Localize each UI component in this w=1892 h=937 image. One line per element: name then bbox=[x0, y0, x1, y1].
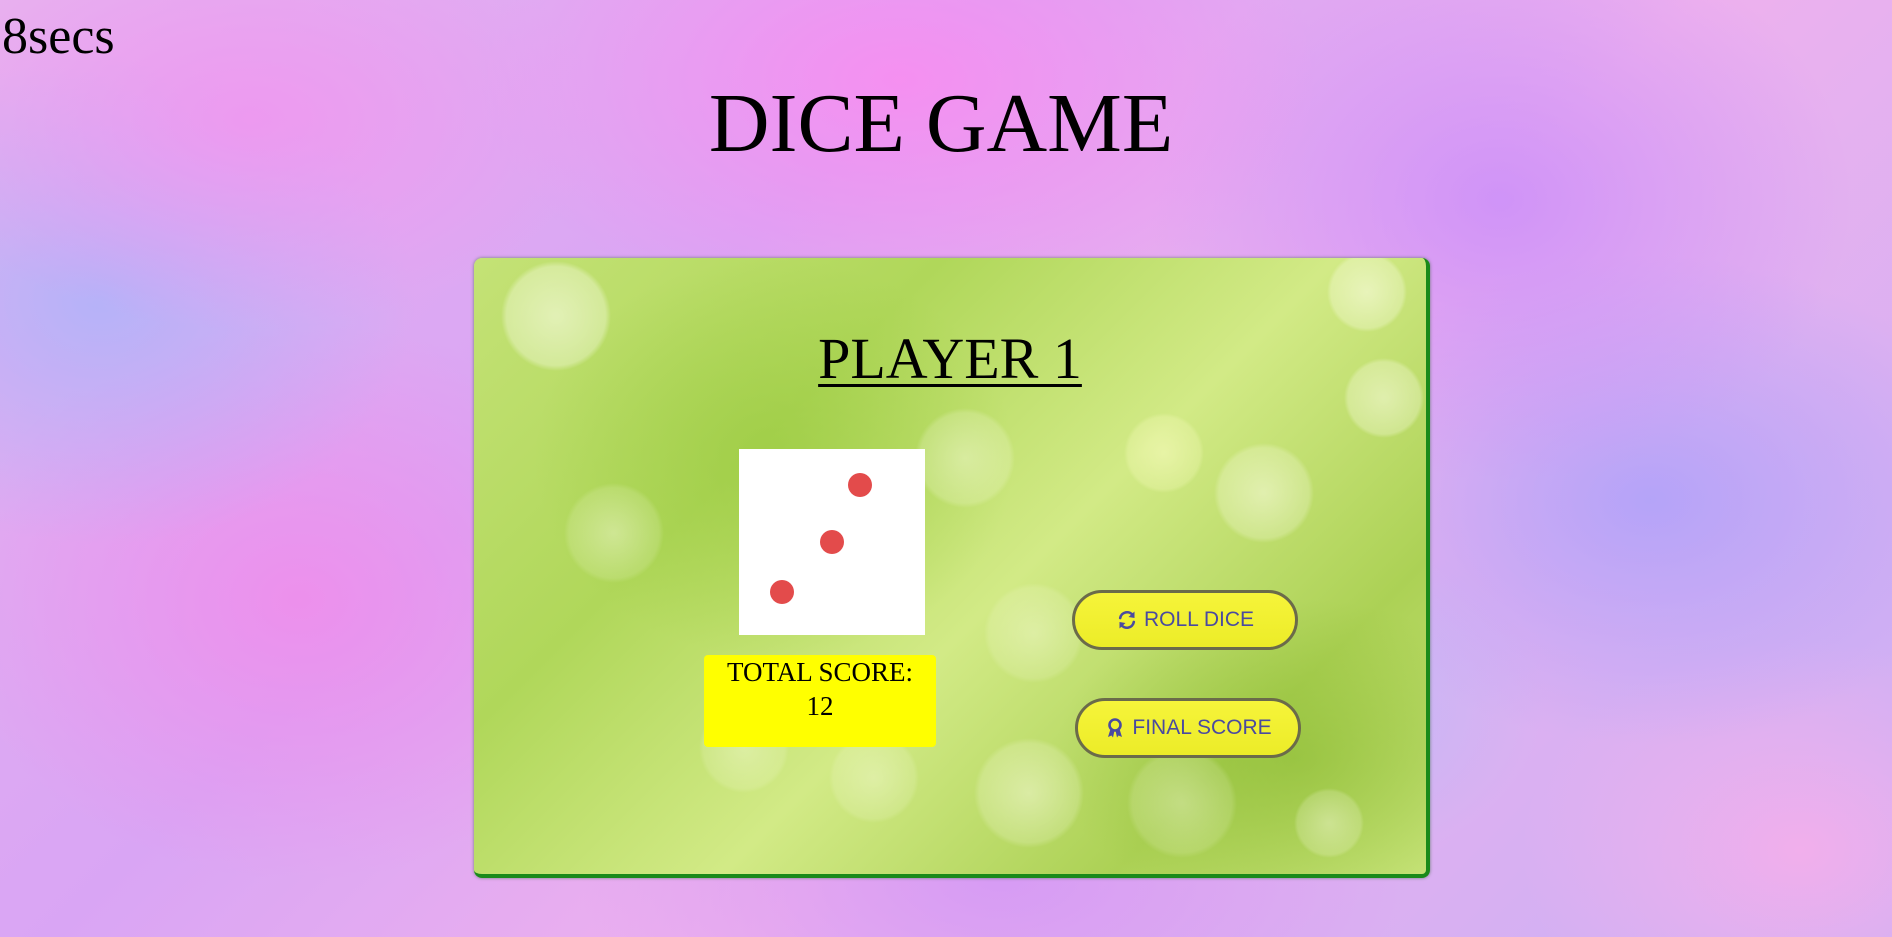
die-pip bbox=[770, 580, 794, 604]
die-face bbox=[739, 449, 925, 635]
timer-display: 8secs bbox=[2, 8, 115, 65]
final-score-label: FINAL SCORE bbox=[1132, 716, 1272, 739]
player-board: PLAYER 1 TOTAL SCORE: 12 ROLL DICE FINAL… bbox=[474, 258, 1430, 878]
total-score-label: TOTAL SCORE: bbox=[726, 657, 914, 687]
refresh-icon bbox=[1116, 609, 1138, 631]
player-name: PLAYER 1 bbox=[818, 326, 1082, 391]
die-pip bbox=[848, 473, 872, 497]
total-score-box: TOTAL SCORE: 12 bbox=[704, 655, 936, 747]
final-score-button[interactable]: FINAL SCORE bbox=[1075, 698, 1301, 758]
die-pip bbox=[820, 530, 844, 554]
roll-dice-button[interactable]: ROLL DICE bbox=[1072, 590, 1298, 650]
roll-dice-label: ROLL DICE bbox=[1143, 608, 1255, 631]
page-title: DICE GAME bbox=[708, 77, 1174, 170]
total-score-value: 12 bbox=[806, 691, 834, 721]
award-icon bbox=[1104, 717, 1126, 739]
